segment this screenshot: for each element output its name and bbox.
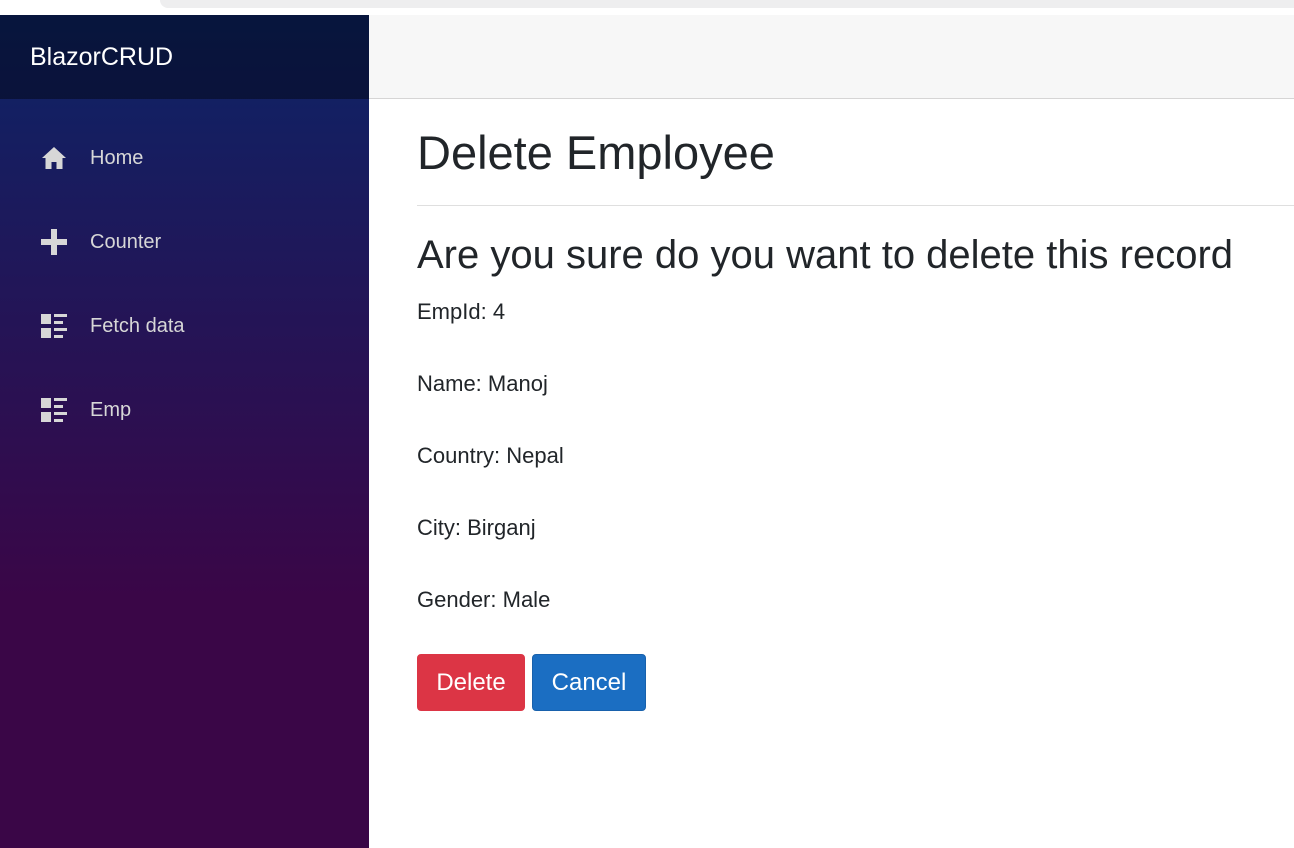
divider bbox=[417, 205, 1294, 206]
field-label: City: bbox=[417, 515, 461, 540]
list-rich-icon bbox=[41, 312, 69, 340]
field-value: Birganj bbox=[467, 515, 536, 540]
brand-bar: BlazorCRUD bbox=[0, 15, 369, 99]
sidebar-item-counter[interactable]: Counter bbox=[0, 200, 369, 284]
sidebar-item-label: Emp bbox=[90, 398, 132, 421]
delete-button[interactable]: Delete bbox=[417, 654, 525, 711]
sidebar-nav: Home Counter Fetch data Emp bbox=[0, 99, 369, 452]
browser-address-bar-edge bbox=[160, 0, 1294, 8]
field-empid: EmpId: 4 bbox=[417, 298, 505, 326]
sidebar-item-fetch-data[interactable]: Fetch data bbox=[0, 284, 369, 368]
plus-icon bbox=[41, 228, 69, 256]
sidebar-item-label: Counter bbox=[90, 230, 162, 253]
home-icon bbox=[41, 144, 69, 172]
delete-confirmation-text: Are you sure do you want to delete this … bbox=[417, 233, 1234, 277]
field-country: Country: Nepal bbox=[417, 442, 564, 470]
field-name: Name: Manoj bbox=[417, 370, 548, 398]
top-row bbox=[369, 15, 1294, 99]
field-label: Country: bbox=[417, 443, 501, 468]
page-title: Delete Employee bbox=[417, 126, 775, 179]
field-value: Manoj bbox=[487, 371, 548, 396]
sidebar-item-emp[interactable]: Emp bbox=[0, 368, 369, 452]
list-rich-icon bbox=[41, 396, 69, 424]
field-label: EmpId: bbox=[417, 299, 487, 324]
sidebar: BlazorCRUD Home Counter Fetch data Emp bbox=[0, 15, 369, 848]
field-label: Gender: bbox=[417, 587, 497, 612]
field-value: Nepal bbox=[506, 443, 564, 468]
field-value: 4 bbox=[492, 299, 506, 324]
field-label: Name: bbox=[417, 371, 482, 396]
brand-link[interactable]: BlazorCRUD bbox=[30, 43, 173, 72]
cancel-button[interactable]: Cancel bbox=[532, 654, 646, 711]
field-gender: Gender: Male bbox=[417, 586, 550, 614]
field-city: City: Birganj bbox=[417, 514, 536, 542]
sidebar-item-label: Home bbox=[90, 146, 144, 169]
sidebar-item-home[interactable]: Home bbox=[0, 116, 369, 200]
browser-chrome-strip bbox=[0, 0, 1294, 15]
field-value: Male bbox=[502, 587, 551, 612]
sidebar-item-label: Fetch data bbox=[90, 314, 185, 337]
